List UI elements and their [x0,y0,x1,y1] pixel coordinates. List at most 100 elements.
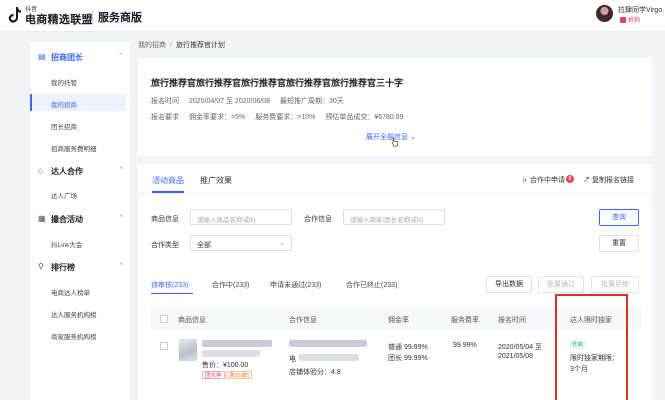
sidebar-item-my-recruit[interactable]: 我的招商 [30,94,126,111]
coop-search-input[interactable]: 请输入商家/团长名称或ID [343,209,445,225]
product-info-label: 商品信息 [151,216,179,223]
sidebar-item-talent-square[interactable]: 达人广场 [30,185,126,202]
copy-link-label: 复制报名链接 [591,177,634,184]
coop-apply-link[interactable]: ♭ 合作中申请 8 [521,175,574,185]
sidebar-group-ranking[interactable]: ⚲ 排行榜 ⌃ [30,258,130,276]
trophy-icon: ⚲ [38,262,44,271]
sidebar-group-recruit[interactable]: ▤ 招商团长 ⌃ [30,48,130,66]
redacted-product-id [202,350,260,357]
logo-text[interactable]: 电商精选联盟 [25,11,93,27]
highlight-annotation-box [555,294,628,400]
sidebar-item-leader-recruit[interactable]: 团长招商 [30,116,126,133]
calendar-icon: ▦ [38,214,46,223]
chevron-up-icon: ⌃ [118,53,124,60]
sidebar-group-matchmaking[interactable]: ▦ 撮合活动 ⌃ [30,210,130,228]
info-label: 预估单品成交： [325,114,375,121]
coop-type-value: 全部 [197,242,211,249]
search-button[interactable]: 查询 [599,209,639,226]
tab-activity-products[interactable]: 活动商品 [152,175,184,186]
sidebar-item-my-hosting[interactable]: 我的托管 [30,72,126,89]
info-label: 最短推广周期： [279,98,329,105]
batch-reject-button[interactable]: 批量拒绝 [591,276,639,293]
user-role-label: 机构 [628,18,641,24]
info-value: 2020/04/07 至 2020/06/08 [189,98,270,105]
share-icon: ↗ [583,177,590,184]
info-label: 报名时间 [151,98,179,105]
breadcrumb-separator: / [170,42,172,49]
sidebar: ▤ 招商团长 ⌃ 我的托管 我的招商 团长招商 招商服务费明细 ⌂ 达人合作 ⌃… [30,42,130,400]
export-data-button[interactable]: 导出数据 [486,276,532,293]
info-value: >5% [231,114,246,121]
info-label: 服务费要求： [255,114,298,121]
chevron-up-icon: ⌃ [118,263,124,270]
logo-subtitle: 服务商版 [98,12,142,24]
row-checkbox[interactable] [160,342,168,350]
info-value: >10% [297,114,316,121]
home-icon: ⌂ [38,166,43,175]
redacted-product-name [202,340,272,347]
top-bar: 抖音 电商精选联盟 服务商版 拉肆同学Virgo 机构 [0,0,665,32]
notification-count-badge: 8 [565,175,574,183]
tabs-divider [138,193,652,194]
status-active-indicator [151,293,193,294]
status-tab-rejected[interactable]: 申请未通过(233) [270,280,321,290]
info-label: 佣金率要求： [189,114,231,121]
product-thumbnail[interactable] [179,339,197,361]
tag-discount: 满50减5 [226,371,253,379]
coop-apply-label: 合作中申请 [529,177,565,184]
batch-approve-button[interactable]: 批量通过 [538,276,584,293]
coop-type-select[interactable]: 全部 ⌄ [190,235,292,251]
signup-time-start: 2020/05/04 至 [498,344,542,351]
reset-button[interactable]: 重置 [599,235,639,252]
shop-icon: ▤ [38,52,46,61]
column-header-signup-time: 报名时间 [498,317,526,324]
breadcrumb-parent[interactable]: 我的招商 [138,42,166,49]
commission-normal: 普通 99.99% [388,344,428,351]
copy-signup-link[interactable]: ↗ 复制报名链接 [583,175,634,185]
douyin-logo-icon[interactable] [8,6,22,24]
column-header-product: 商品信息 [178,317,206,324]
status-tab-cooperating[interactable]: 合作中(233) [212,280,249,290]
sidebar-item-fee-detail[interactable]: 招商服务费明细 [30,138,126,155]
redacted-coop-id [299,354,359,361]
tab-promotion-effect[interactable]: 推广效果 [200,175,232,186]
select-all-checkbox[interactable] [160,315,168,323]
logo-divider [92,10,93,23]
sidebar-item-talent-rank[interactable]: 电商达人榜单 [30,282,126,299]
info-label: 报名要求 [151,114,179,121]
breadcrumb: 我的招商 / 旅行推荐官计划 [138,40,225,50]
sidebar-item-link-conference[interactable]: 抖Link大会 [30,234,126,251]
coop-type-label: 合作类型 [151,242,179,249]
sidebar-group-talent[interactable]: ⌂ 达人合作 ⌃ [30,162,130,180]
user-role-badge: 机构 [620,15,640,24]
sidebar-item-merchant-agency-rank[interactable]: 商家服务机构榜 [30,326,126,343]
coop-info-label: 合作信息 [304,216,332,223]
user-name[interactable]: 拉肆同学Virgo [618,5,662,15]
service-fee-rate: 99.99% [453,342,477,349]
column-header-fee: 服务费率 [451,317,479,324]
sidebar-item-talent-agency-rank[interactable]: 达人服务机构榜 [30,304,126,321]
mouse-cursor-icon [391,137,399,147]
breadcrumb-current: 旅行推荐官计划 [175,42,225,49]
avatar[interactable] [596,5,613,22]
shop-score-value: 4.8 [331,369,341,376]
expand-info-label: 展开全部信息 [366,134,408,141]
badge-icon [620,17,626,24]
status-tab-terminated[interactable]: 合作已终止(233) [346,280,397,290]
column-header-commission: 佣金率 [388,317,409,324]
signup-time-end: 2021/05/08 [498,353,534,360]
chevron-down-icon: ⌄ [279,240,285,247]
sidebar-group-label: 招商团长 [51,53,83,62]
redacted-coop-name [289,340,367,347]
product-search-input[interactable]: 请输入商品名称或ID [190,209,292,225]
bell-icon: ♭ [521,177,528,184]
plan-time-row: 报名时间 2020/04/07 至 2020/06/08 最短推广周期：30天 [151,96,354,106]
product-price: 售价：¥100.00 [202,362,249,369]
info-value: 30天 [328,98,344,105]
shop-score-text: 店铺体验分： [289,369,331,376]
shop-score-label: 店铺体验分：4.8 [289,367,341,377]
chevron-up-icon: ⌃ [118,167,124,174]
commission-leader: 团长 99.99% [388,355,428,362]
status-tab-pending[interactable]: 待审核(233) [151,280,188,290]
chevron-up-icon: ⌃ [118,215,124,222]
